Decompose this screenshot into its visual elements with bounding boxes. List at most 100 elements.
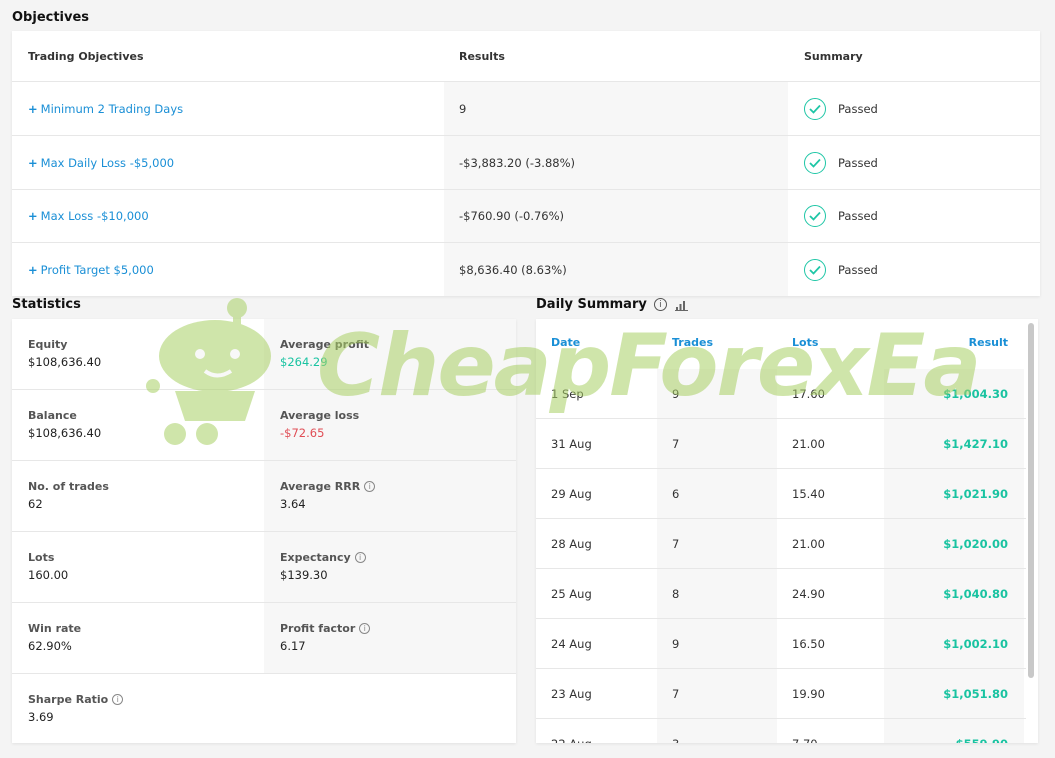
stat-expectancy: Expectancy i $139.30 xyxy=(264,532,516,602)
objective-result: 9 xyxy=(459,101,467,116)
statistics-panel: Equity $108,636.40 Average profit $264.2… xyxy=(12,319,516,743)
objectives-header-row: Trading Objectives Results Summary xyxy=(12,31,1040,82)
lots-cell: 17.60 xyxy=(792,386,825,401)
result-cell: $1,002.10 xyxy=(884,619,1024,668)
check-circle-icon xyxy=(804,205,826,227)
table-row: 28 Aug 7 21.00 $1,020.00 xyxy=(536,519,1026,569)
stat-row: Equity $108,636.40 Average profit $264.2… xyxy=(12,319,516,390)
objective-row: + Max Daily Loss -$5,000 -$3,883.20 (-3.8… xyxy=(12,136,1040,190)
check-circle-icon xyxy=(804,97,826,120)
header-trades[interactable]: Trades xyxy=(657,319,777,369)
table-row: 24 Aug 9 16.50 $1,002.10 xyxy=(536,619,1026,669)
stat-average-rrr: Average RRR i 3.64 xyxy=(264,461,516,531)
result-cell: $1,020.00 xyxy=(884,519,1024,568)
trades-cell: 7 xyxy=(657,419,777,468)
expand-plus-icon: + xyxy=(28,209,38,223)
objectives-table: Trading Objectives Results Summary + Mini… xyxy=(12,31,1040,296)
lots-cell: 16.50 xyxy=(792,636,825,651)
date-cell: 22 Aug xyxy=(536,719,657,744)
trades-cell: 9 xyxy=(657,369,777,418)
objective-link-min-trading-days[interactable]: + Minimum 2 Trading Days xyxy=(28,102,183,116)
expand-plus-icon: + xyxy=(28,101,38,116)
result-cell: $1,051.80 xyxy=(884,669,1024,718)
daily-summary-title: Daily Summary xyxy=(536,297,647,312)
lots-cell: 21.00 xyxy=(792,436,825,451)
daily-summary-table: Date Trades Lots Result 1 Sep 9 17.60 $1… xyxy=(536,319,1038,743)
date-cell: 29 Aug xyxy=(551,486,592,501)
stat-average-loss: Average loss -$72.65 xyxy=(264,390,516,460)
info-icon[interactable]: i xyxy=(112,694,124,705)
objective-row: + Minimum 2 Trading Days 9 Passed xyxy=(12,82,1040,136)
date-cell: 24 Aug xyxy=(551,636,592,651)
date-cell: 1 Sep xyxy=(551,386,584,401)
header-summary: Summary xyxy=(804,49,863,63)
header-result[interactable]: Result xyxy=(884,319,1024,369)
trades-cell: 7 xyxy=(657,519,777,568)
trades-cell: 6 xyxy=(657,469,777,518)
check-circle-icon xyxy=(804,258,826,281)
date-cell: 25 Aug xyxy=(551,586,592,601)
stat-row: No. of trades 62 Average RRR i 3.64 xyxy=(12,461,516,532)
scrollbar[interactable] xyxy=(1028,323,1034,678)
info-icon[interactable]: i xyxy=(354,552,366,563)
info-icon[interactable]: i xyxy=(359,623,371,634)
table-row: 23 Aug 7 19.90 $1,051.80 xyxy=(536,669,1026,719)
stat-balance: Balance $108,636.40 xyxy=(28,409,102,440)
date-cell: 28 Aug xyxy=(551,536,592,551)
stat-profit-factor: Profit factor i 6.17 xyxy=(264,603,516,673)
stat-row: Balance $108,636.40 Average loss -$72.65 xyxy=(12,390,516,461)
expand-plus-icon: + xyxy=(28,262,38,277)
table-row: 29 Aug 6 15.40 $1,021.90 xyxy=(536,469,1026,519)
header-trading-objectives: Trading Objectives xyxy=(28,49,144,63)
statistics-title: Statistics xyxy=(12,297,81,312)
daily-summary-header: Daily Summary i xyxy=(536,297,688,312)
header-date[interactable]: Date xyxy=(536,319,657,369)
objectives-title: Objectives xyxy=(12,10,90,25)
table-row: 1 Sep 9 17.60 $1,004.30 xyxy=(536,369,1026,419)
stat-win-rate: Win rate 62.90% xyxy=(28,622,82,653)
result-cell: $1,021.90 xyxy=(884,469,1024,518)
status-passed: Passed xyxy=(838,262,878,277)
objective-link-profit-target[interactable]: + Profit Target $5,000 xyxy=(28,263,154,277)
objective-row: + Profit Target $5,000 $8,636.40 (8.63%) … xyxy=(12,243,1040,296)
status-passed: Passed xyxy=(838,209,878,223)
objective-result: $8,636.40 (8.63%) xyxy=(459,262,567,277)
stat-sharpe-ratio: Sharpe Ratio i 3.69 xyxy=(12,674,264,743)
trades-cell: 3 xyxy=(657,719,777,743)
objective-result: -$3,883.20 (-3.88%) xyxy=(459,155,575,170)
status-passed: Passed xyxy=(838,155,878,170)
stat-equity: Equity $108,636.40 xyxy=(28,338,102,369)
status-passed: Passed xyxy=(838,101,878,116)
stat-row: Sharpe Ratio i 3.69 xyxy=(12,674,516,743)
stat-no-of-trades: No. of trades 62 xyxy=(28,480,109,511)
date-cell: 23 Aug xyxy=(551,686,592,701)
trades-cell: 9 xyxy=(657,619,777,668)
result-cell: $559.90 xyxy=(884,719,1024,743)
result-cell: $1,004.30 xyxy=(884,369,1024,418)
table-row: 25 Aug 8 24.90 $1,040.80 xyxy=(536,569,1026,619)
lots-cell: 21.00 xyxy=(792,536,825,551)
trades-cell: 7 xyxy=(657,669,777,718)
header-lots[interactable]: Lots xyxy=(777,319,884,369)
objective-link-max-daily-loss[interactable]: + Max Daily Loss -$5,000 xyxy=(28,156,174,170)
check-circle-icon xyxy=(804,151,826,174)
lots-cell: 19.90 xyxy=(792,686,825,701)
info-icon[interactable]: i xyxy=(364,481,376,492)
objective-link-max-loss[interactable]: + Max Loss -$10,000 xyxy=(28,209,149,223)
daily-header-row: Date Trades Lots Result xyxy=(536,319,1026,369)
date-cell: 31 Aug xyxy=(551,436,592,451)
trades-cell: 8 xyxy=(657,569,777,618)
result-cell: $1,427.10 xyxy=(884,419,1024,468)
info-icon[interactable]: i xyxy=(653,298,667,311)
expand-plus-icon: + xyxy=(28,155,38,170)
objective-result: -$760.90 (-0.76%) xyxy=(459,209,565,223)
lots-cell: 24.90 xyxy=(792,586,825,601)
lots-cell: 7.70 xyxy=(777,719,884,744)
lots-cell: 15.40 xyxy=(792,486,825,501)
stat-row: Win rate 62.90% Profit factor i 6.17 xyxy=(12,603,516,674)
bar-chart-icon[interactable] xyxy=(674,299,688,311)
stat-average-profit: Average profit $264.29 xyxy=(264,319,516,389)
table-row: 31 Aug 7 21.00 $1,427.10 xyxy=(536,419,1026,469)
result-cell: $1,040.80 xyxy=(884,569,1024,618)
table-row: 22 Aug 3 7.70 $559.90 xyxy=(536,719,1026,743)
